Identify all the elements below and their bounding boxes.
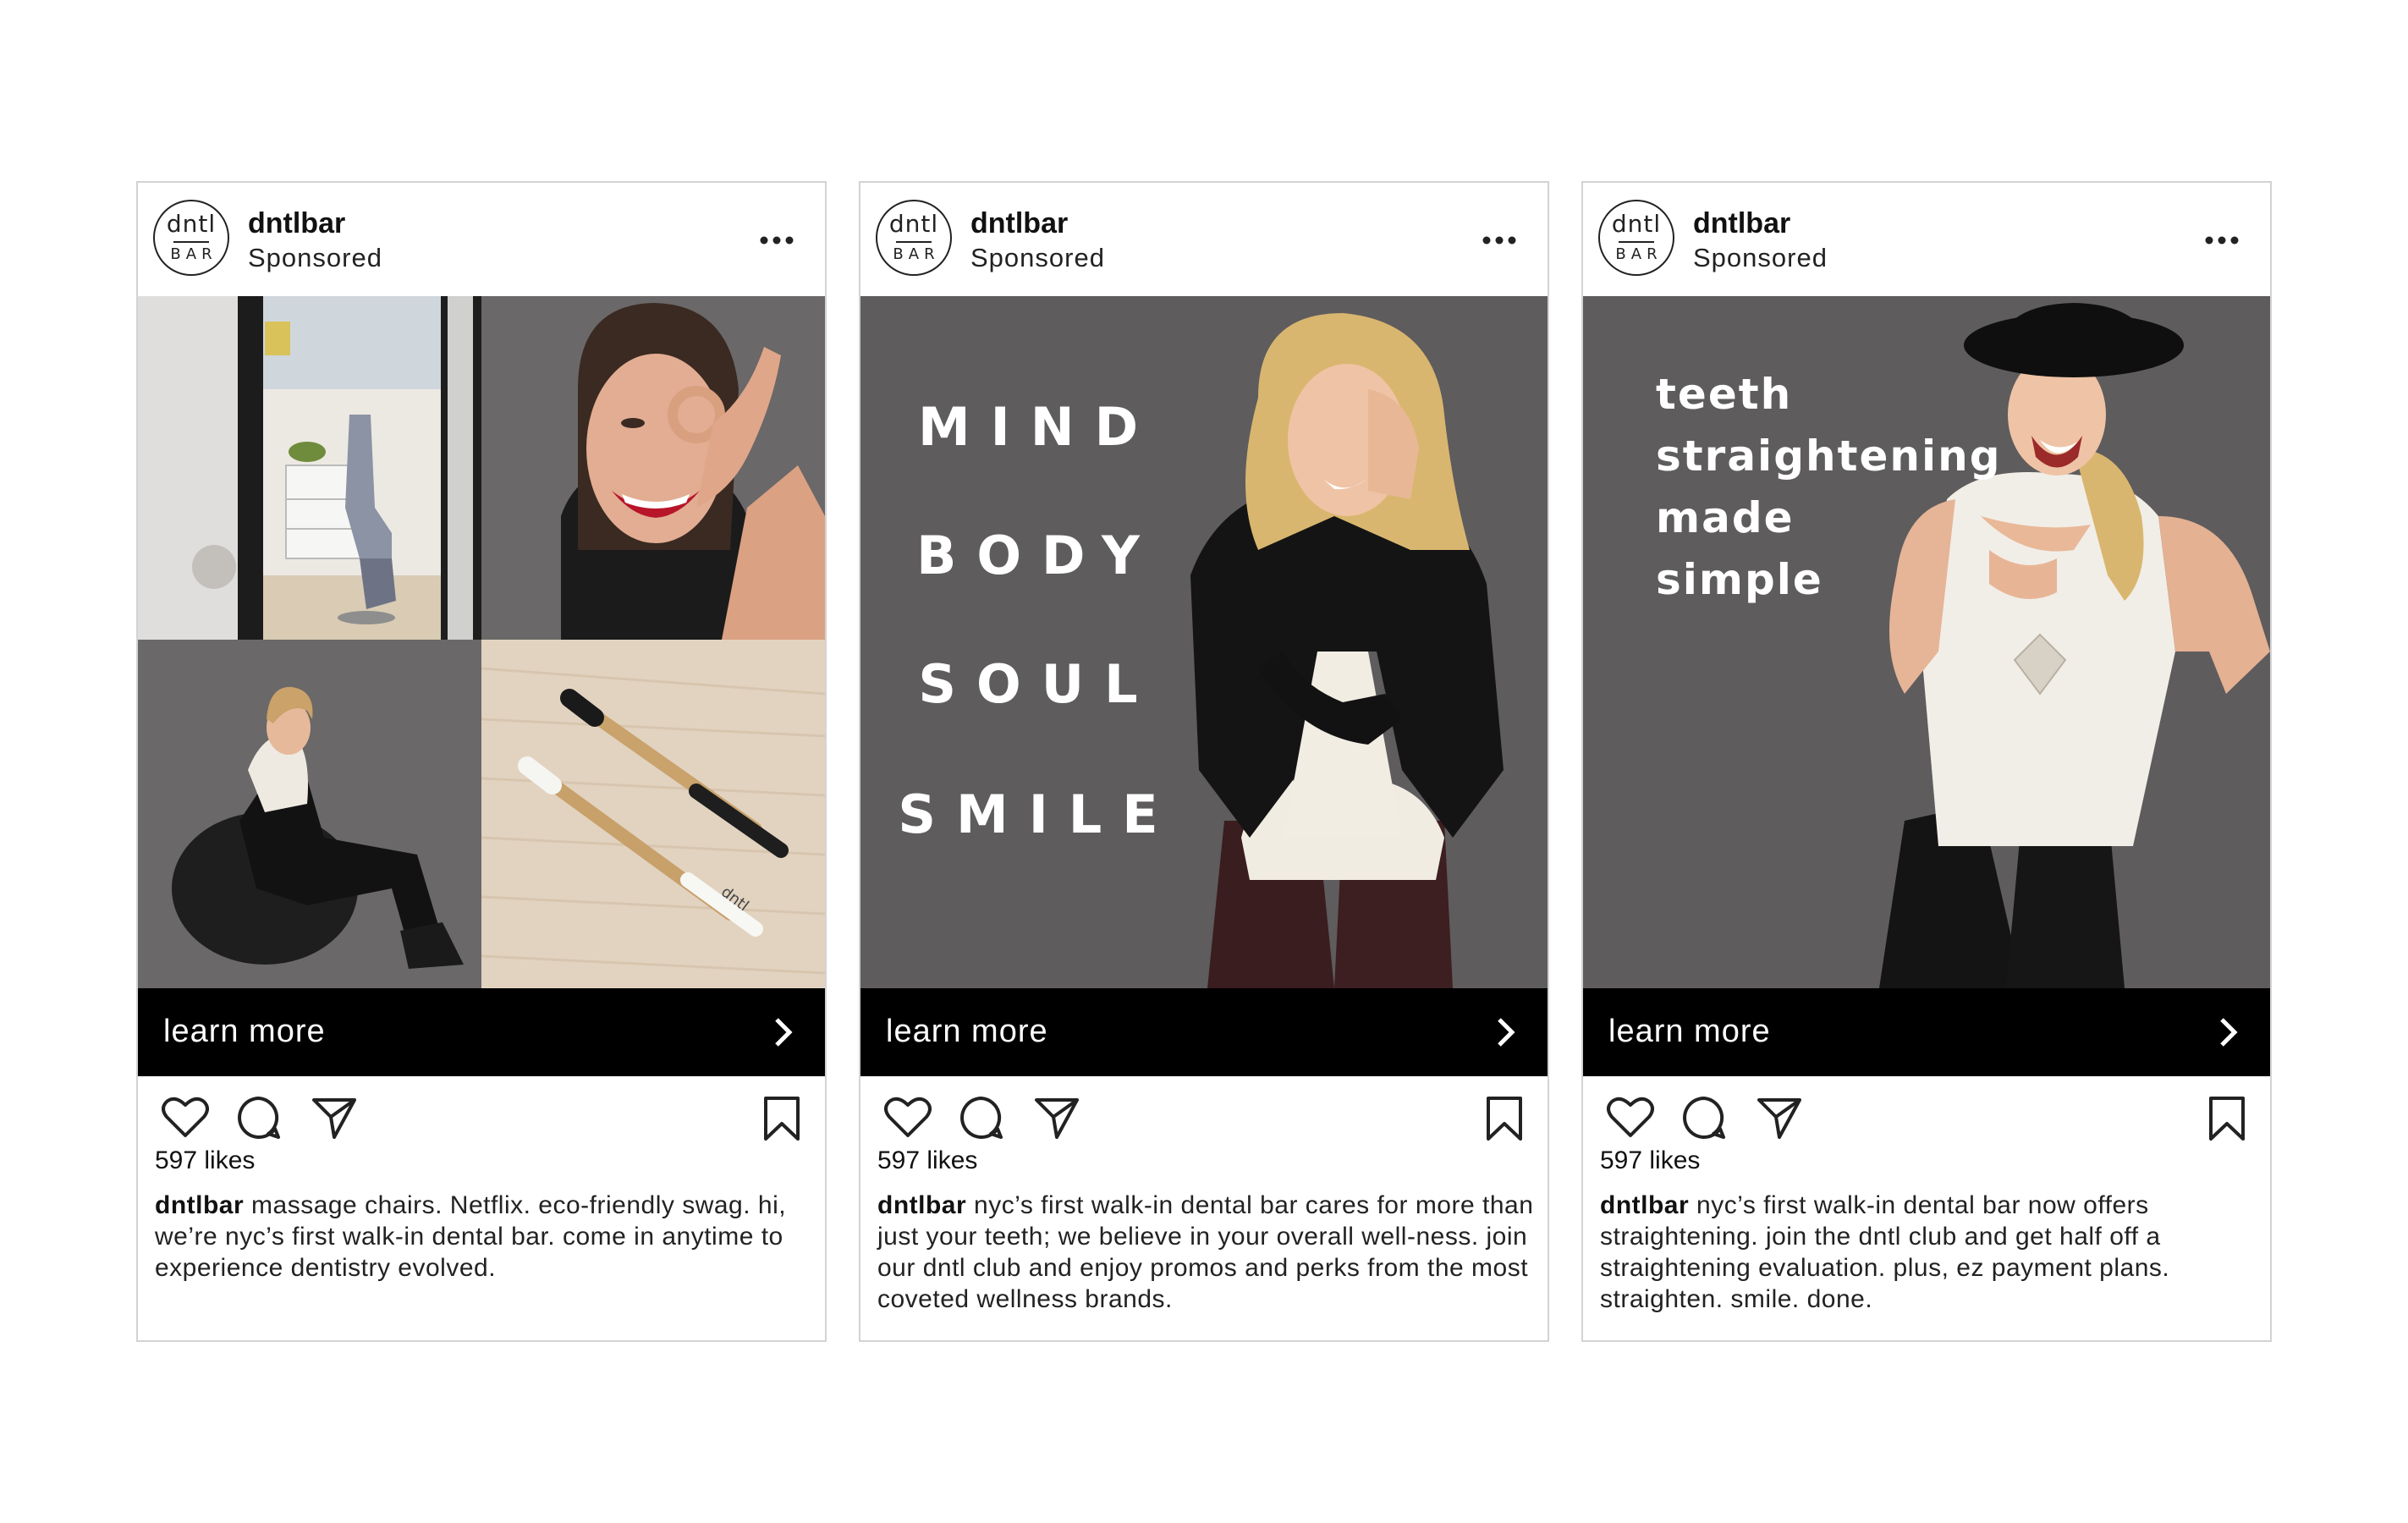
more-options-icon[interactable] xyxy=(759,235,794,245)
post-caption: dntlbar massage chairs. Netflix. eco-fri… xyxy=(155,1190,815,1284)
more-options-icon[interactable] xyxy=(2204,235,2240,245)
overlay-text-group: teeth straightening made simple xyxy=(1656,364,2002,611)
likes-count[interactable]: 597 likes xyxy=(155,1144,255,1178)
post-actions xyxy=(860,1085,1548,1152)
logo-text-bottom: BAR xyxy=(893,245,940,263)
bookmark-icon[interactable] xyxy=(1485,1095,1524,1142)
account-name[interactable]: dntlbar xyxy=(970,206,1068,240)
caption-username[interactable]: dntlbar xyxy=(877,1191,966,1219)
sponsored-label: Sponsored xyxy=(1693,243,1828,272)
logo-text-bottom: BAR xyxy=(170,245,217,263)
caption-text: massage chairs. Netflix. eco-friendly sw… xyxy=(155,1191,787,1282)
overlay-line-made: made xyxy=(1656,493,1795,542)
logo-divider xyxy=(173,241,209,243)
sponsored-post-2: dntl BAR dntlbar Sponsored MIND BODY SOU… xyxy=(859,181,1549,1342)
caption-username[interactable]: dntlbar xyxy=(1600,1191,1689,1219)
overlay-line-body: BODY xyxy=(916,525,1160,586)
learn-more-button[interactable]: learn more xyxy=(1583,988,2270,1076)
learn-more-label: learn more xyxy=(163,1014,326,1049)
avatar[interactable]: dntl BAR xyxy=(876,200,952,276)
heart-icon[interactable] xyxy=(1607,1095,1654,1139)
logo-text-top: dntl xyxy=(1611,210,1662,238)
account-name[interactable]: dntlbar xyxy=(1693,206,1790,240)
woman-ok-sign-photo xyxy=(481,296,825,640)
post-actions xyxy=(138,1085,825,1152)
more-options-icon[interactable] xyxy=(1482,235,1517,245)
overlay-line-smile: SMILE xyxy=(898,783,1179,845)
dental-office-photo xyxy=(138,296,481,640)
heart-icon[interactable] xyxy=(884,1095,932,1139)
overlay-line-simple: simple xyxy=(1656,555,1823,604)
logo-text-top: dntl xyxy=(166,210,217,238)
avatar[interactable]: dntl BAR xyxy=(153,200,229,276)
comment-icon[interactable] xyxy=(1681,1095,1727,1141)
collage-illustration xyxy=(138,296,825,988)
account-name[interactable]: dntlbar xyxy=(248,206,345,240)
comment-icon[interactable] xyxy=(236,1095,282,1141)
post-image-mind-body[interactable]: MIND BODY SOUL SMILE xyxy=(860,296,1548,988)
post-header: dntl BAR dntlbar Sponsored xyxy=(1583,183,2270,296)
sponsored-label: Sponsored xyxy=(248,243,382,272)
post-actions xyxy=(1583,1085,2270,1152)
bookmark-icon[interactable] xyxy=(762,1095,801,1142)
logo-divider xyxy=(1619,241,1654,243)
chevron-right-icon xyxy=(775,1018,793,1047)
learn-more-label: learn more xyxy=(1608,1014,1771,1049)
seated-woman-photo xyxy=(138,640,481,988)
learn-more-button[interactable]: learn more xyxy=(138,988,825,1076)
heart-icon[interactable] xyxy=(162,1095,209,1139)
logo-divider xyxy=(896,241,932,243)
overlay-line-teeth: teeth xyxy=(1656,370,1793,419)
learn-more-label: learn more xyxy=(886,1014,1048,1049)
post-header: dntl BAR dntlbar Sponsored xyxy=(860,183,1548,296)
likes-count[interactable]: 597 likes xyxy=(1600,1144,1700,1178)
sponsored-post-3: dntl BAR dntlbar Sponsored teeth straigh… xyxy=(1581,181,2272,1342)
comment-icon[interactable] xyxy=(959,1095,1004,1141)
likes-count[interactable]: 597 likes xyxy=(877,1144,977,1178)
caption-text: nyc’s first walk-in dental bar cares for… xyxy=(877,1191,1534,1313)
logo-text-bottom: BAR xyxy=(1615,245,1663,263)
chevron-right-icon xyxy=(2220,1018,2238,1047)
post-image-teeth-straightening[interactable]: teeth straightening made simple xyxy=(1583,296,2270,988)
caption-username[interactable]: dntlbar xyxy=(155,1191,244,1219)
overlay-line-straightening: straightening xyxy=(1656,432,2002,481)
overlay-line-soul: SOUL xyxy=(918,653,1158,715)
bamboo-toothbrushes-photo xyxy=(481,640,825,988)
chevron-right-icon xyxy=(1498,1018,1515,1047)
post-caption: dntlbar nyc’s first walk-in dental bar n… xyxy=(1600,1190,2260,1315)
post-header: dntl BAR dntlbar Sponsored xyxy=(138,183,825,296)
learn-more-button[interactable]: learn more xyxy=(860,988,1548,1076)
sponsored-label: Sponsored xyxy=(970,243,1105,272)
logo-text-top: dntl xyxy=(888,210,939,238)
avatar[interactable]: dntl BAR xyxy=(1598,200,1674,276)
send-icon[interactable] xyxy=(1033,1095,1080,1141)
overlay-line-mind: MIND xyxy=(917,396,1159,458)
post-image-collage[interactable]: dntl xyxy=(138,296,825,988)
bookmark-icon[interactable] xyxy=(2207,1095,2246,1142)
send-icon[interactable] xyxy=(1756,1095,1803,1141)
send-icon[interactable] xyxy=(311,1095,358,1141)
post-caption: dntlbar nyc’s first walk-in dental bar c… xyxy=(877,1190,1537,1315)
sponsored-post-1: dntl BAR dntlbar Sponsored dntl learn mo… xyxy=(136,181,827,1342)
